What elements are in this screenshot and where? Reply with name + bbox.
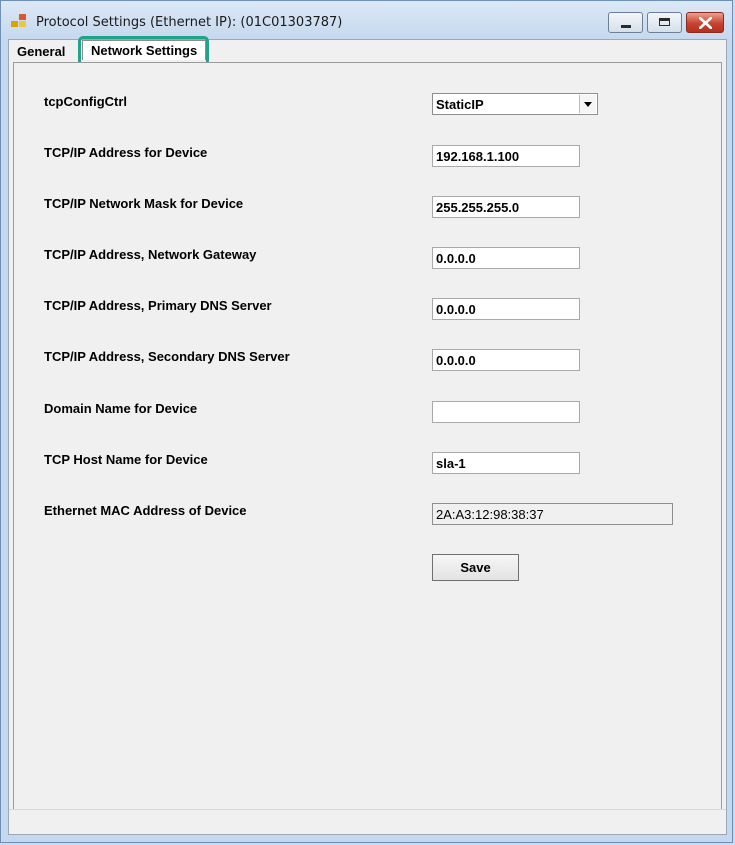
app-window: Protocol Settings (Ethernet IP): (01C013… [0, 0, 733, 843]
network-settings-panel: tcpConfigCtrl StaticIP TCP/IP Address fo… [13, 62, 722, 810]
minimize-icon [621, 25, 631, 28]
ip-address-field[interactable]: 192.168.1.100 [432, 145, 580, 167]
client-area: General Network Settings tcpConfigCtrl S… [8, 36, 727, 835]
mac-address-field: 2A:A3:12:98:38:37 [432, 503, 673, 525]
maximize-button[interactable] [647, 12, 682, 33]
host-name-label: TCP Host Name for Device [44, 452, 208, 467]
tcp-config-select[interactable]: StaticIP [432, 93, 598, 115]
chevron-down-icon [584, 102, 592, 107]
gateway-label: TCP/IP Address, Network Gateway [44, 247, 257, 262]
mac-address-label: Ethernet MAC Address of Device [44, 503, 247, 518]
tab-general[interactable]: General [13, 42, 69, 62]
save-button[interactable]: Save [432, 554, 519, 581]
gateway-field[interactable]: 0.0.0.0 [432, 247, 580, 269]
domain-name-label: Domain Name for Device [44, 401, 198, 416]
title-bar[interactable]: Protocol Settings (Ethernet IP): (01C013… [1, 1, 732, 39]
secondary-dns-label: TCP/IP Address, Secondary DNS Server [44, 349, 290, 364]
tcp-config-label: tcpConfigCtrl [44, 94, 128, 109]
minimize-button[interactable] [608, 12, 643, 33]
network-mask-field[interactable]: 255.255.255.0 [432, 196, 580, 218]
secondary-dns-field[interactable]: 0.0.0.0 [432, 349, 580, 371]
primary-dns-label: TCP/IP Address, Primary DNS Server [44, 298, 272, 313]
status-bar [9, 809, 726, 834]
maximize-icon [659, 18, 670, 26]
host-name-field[interactable]: sla-1 [432, 452, 580, 474]
ip-address-label: TCP/IP Address for Device [44, 145, 208, 160]
close-icon [699, 17, 712, 29]
tcp-config-value: StaticIP [436, 97, 484, 112]
dropdown-button[interactable] [579, 95, 596, 113]
window-title: Protocol Settings (Ethernet IP): (01C013… [36, 15, 343, 30]
domain-name-field[interactable] [432, 401, 580, 423]
app-icon [11, 14, 27, 28]
close-button[interactable] [686, 12, 724, 33]
network-mask-label: TCP/IP Network Mask for Device [44, 196, 244, 211]
primary-dns-field[interactable]: 0.0.0.0 [432, 298, 580, 320]
